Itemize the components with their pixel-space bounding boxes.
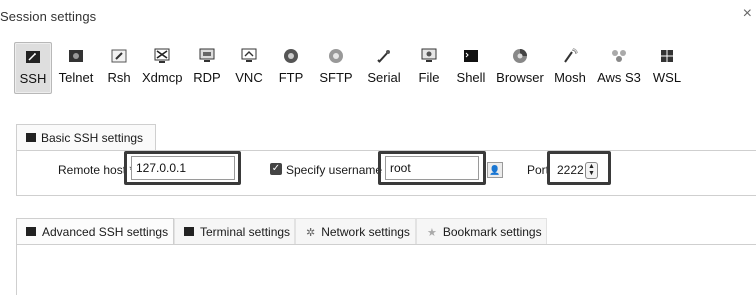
username-highlight [378,151,486,185]
session-type-telnet[interactable]: Telnet [56,42,96,92]
network-icon: ✲ [306,226,316,239]
tab-label: Bookmark settings [442,225,542,239]
session-type-serial[interactable]: Serial [364,42,404,92]
session-type-label: Aws S3 [597,70,641,85]
terminal-icon [26,133,36,143]
sftp-icon [329,49,343,63]
session-type-label: RDP [193,70,221,85]
specify-username-label: Specify username [286,163,383,177]
rsh-icon [111,49,127,63]
file-icon [421,48,437,62]
ssh-icon [26,51,40,63]
serial-icon [377,50,390,63]
session-type-vnc[interactable]: VNC [232,42,266,92]
specify-username-checkbox[interactable]: ✓ [270,163,282,175]
vnc-icon [241,48,257,62]
session-type-label: Serial [367,70,401,85]
tab-terminal-settings[interactable]: Terminal settings [174,218,295,244]
port-label: Port [527,163,550,177]
tab-label: Network settings [321,225,410,239]
session-type-label: WSL [652,70,682,85]
close-icon[interactable]: × [743,6,752,22]
telnet-icon [69,50,83,62]
tab-network-settings[interactable]: ✲ Network settings [295,218,416,244]
port-highlight [547,151,611,185]
remote-host-highlight [124,151,241,185]
tab-advanced-ssh-settings[interactable]: Advanced SSH settings [16,218,174,244]
title-bar: Session settings × [0,0,756,34]
session-type-rsh[interactable]: Rsh [104,42,134,92]
session-type-label: SFTP [319,70,353,85]
tab-label: Basic SSH settings [41,131,144,145]
session-type-label: Shell [456,70,486,85]
aws-s3-icon [612,50,626,62]
session-type-ftp[interactable]: FTP [274,42,308,92]
session-type-mosh[interactable]: Mosh [552,42,588,92]
tab-basic-ssh-settings[interactable]: Basic SSH settings [16,124,156,151]
session-type-rdp[interactable]: RDP [190,42,224,92]
session-type-label: SSH [19,71,47,86]
tab-label: Advanced SSH settings [42,225,169,239]
wsl-icon [661,50,673,62]
user-icon[interactable]: 👤 [487,162,503,178]
ftp-icon [284,49,298,63]
shell-icon [464,50,478,62]
terminal-icon [26,227,36,237]
session-type-label: Rsh [107,70,131,85]
session-type-label: Telnet [58,70,94,85]
window-title: Session settings [0,9,97,24]
session-type-label: VNC [235,70,263,85]
browser-icon [513,49,527,63]
mosh-icon [564,48,578,63]
session-type-shell[interactable]: Shell [454,42,488,92]
xdmcp-icon [154,48,170,63]
remote-host-label: Remote host * [58,163,135,177]
advanced-settings-panel [16,244,756,295]
session-type-xdmcp[interactable]: Xdmcp [142,42,182,92]
session-type-wsl[interactable]: WSL [650,42,684,92]
session-type-label: Xdmcp [142,70,183,85]
session-type-label: File [418,70,440,85]
session-type-label: FTP [278,70,304,85]
tab-bookmark-settings[interactable]: ★ Bookmark settings [416,218,547,244]
session-type-aws-s3[interactable]: Aws S3 [596,42,642,92]
terminal-settings-icon [184,227,194,237]
session-type-ssh[interactable]: SSH [14,42,52,94]
rdp-icon [199,48,215,62]
star-icon: ★ [427,226,437,239]
session-type-file[interactable]: File [412,42,446,92]
session-type-browser[interactable]: Browser [496,42,544,92]
tab-label: Terminal settings [200,225,291,239]
session-type-sftp[interactable]: SFTP [316,42,356,92]
session-type-label: Mosh [554,70,586,85]
session-type-label: Browser [496,70,544,85]
